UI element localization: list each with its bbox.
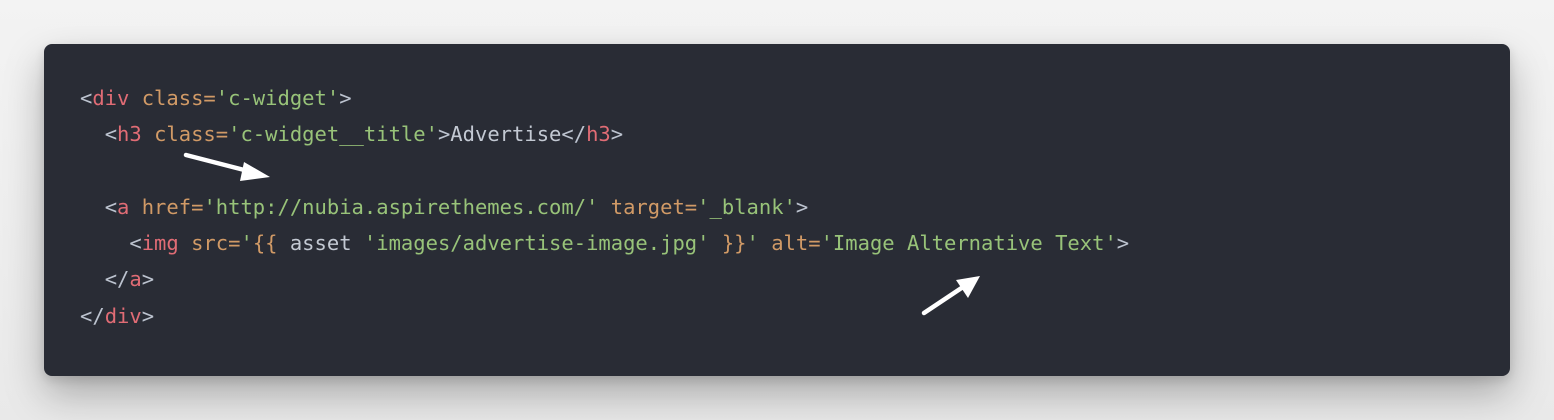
code-punct: > [610, 122, 624, 147]
code-punct: > [339, 86, 352, 110]
code-template-braces: {{ [252, 231, 278, 256]
code-snippet-card: <div class='c-widget'> <h3 class='c-widg… [44, 44, 1510, 376]
code-tag-name: a [129, 267, 142, 292]
code-tag-name: img [141, 231, 179, 256]
code-attr-name: alt= [771, 231, 821, 256]
code-line-5: <img src='{{ asset 'images/advertise-ima… [80, 225, 1129, 261]
code-punct: > [437, 122, 451, 147]
code-attr-name: href= [141, 194, 204, 219]
code-line-4: <a href='http://nubia.aspirethemes.com/'… [80, 189, 1129, 225]
arrow-icon [183, 152, 270, 181]
code-tag-name: h3 [117, 122, 142, 147]
code-punct: > [1116, 231, 1130, 256]
code-attr-value: 'http://nubia.aspirethemes.com/' [203, 194, 599, 219]
code-punct: </ [80, 303, 105, 328]
code-punct: > [141, 267, 155, 292]
code-template-braces: }} [709, 231, 747, 256]
code-tag-name: a [117, 194, 130, 219]
code-attr-name: class= [154, 122, 229, 147]
code-template-helper: asset [277, 231, 364, 256]
code-attr-value-quote: ' [240, 231, 253, 256]
code-line-1: <div class='c-widget'> [80, 80, 1129, 116]
code-punct: < [80, 86, 93, 110]
arrow-icon [921, 276, 980, 316]
code-attr-value: 'c-widget__title' [228, 122, 438, 147]
code-punct: < [104, 194, 118, 219]
code-text-content: Advertise [450, 122, 562, 147]
code-punct: > [141, 303, 155, 328]
code-attr-value: 'Image Alternative Text' [820, 231, 1117, 256]
code-tag-name: div [104, 303, 142, 328]
code-punct: </ [104, 267, 130, 292]
code-tag-name: h3 [586, 122, 611, 147]
code-attr-name: class= [141, 86, 216, 110]
code-attr-name: target= [610, 194, 698, 219]
code-punct: < [104, 122, 118, 147]
code-template-argument: 'images/advertise-image.jpg' [363, 231, 710, 256]
code-attr-value-quote: ' [746, 231, 759, 256]
code-punct: > [795, 194, 809, 219]
code-attr-value: 'c-widget' [215, 86, 340, 110]
code-punct: < [129, 231, 142, 256]
code-attr-value: '_blank' [697, 194, 796, 219]
code-punct: </ [561, 122, 587, 147]
code-tag-name: div [92, 86, 130, 110]
code-attr-name: src= [191, 231, 241, 256]
